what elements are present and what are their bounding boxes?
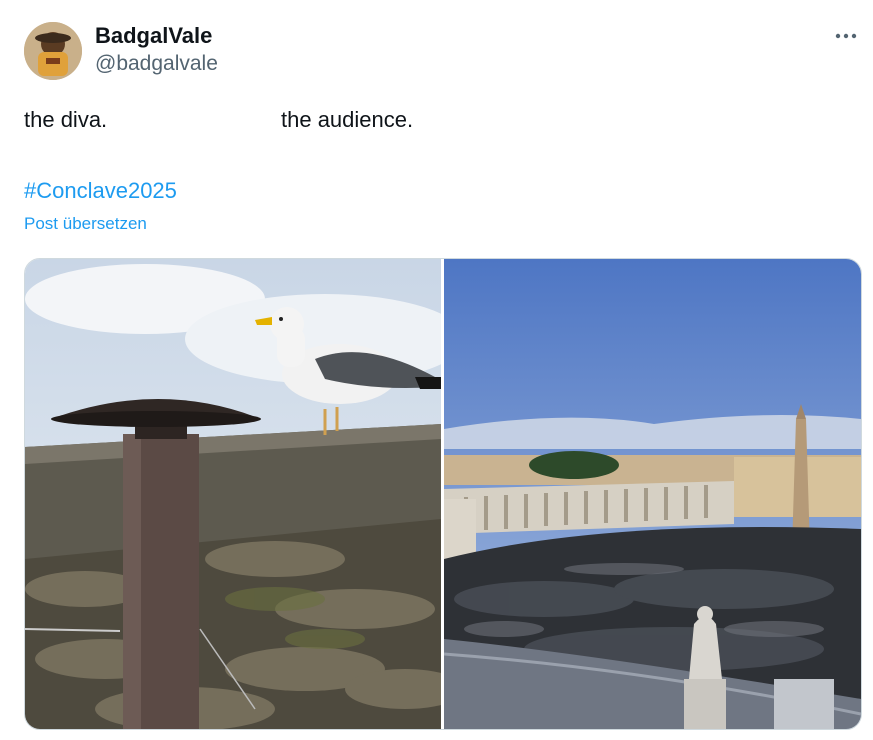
- more-options-button[interactable]: [830, 24, 862, 48]
- avatar-image: [24, 22, 82, 80]
- user-names: BadgalVale @badgalvale: [95, 22, 218, 78]
- display-name[interactable]: BadgalVale: [95, 22, 218, 50]
- post-text-left: the diva.: [24, 107, 108, 132]
- hashtag-link[interactable]: #Conclave2025: [24, 177, 177, 205]
- media-grid: [24, 258, 862, 730]
- translate-link[interactable]: Post übersetzen: [24, 212, 147, 236]
- tweet: BadgalVale @badgalvale the diva. the aud…: [0, 0, 873, 740]
- avatar[interactable]: [24, 22, 82, 80]
- photo-seagull[interactable]: [25, 259, 441, 729]
- crowd-image: [444, 259, 861, 729]
- seagull-image: [25, 259, 441, 729]
- photo-crowd[interactable]: [444, 259, 861, 729]
- more-options-icon: [835, 33, 857, 39]
- user-handle[interactable]: @badgalvale: [95, 50, 218, 78]
- post-text-right: the audience.: [281, 107, 414, 132]
